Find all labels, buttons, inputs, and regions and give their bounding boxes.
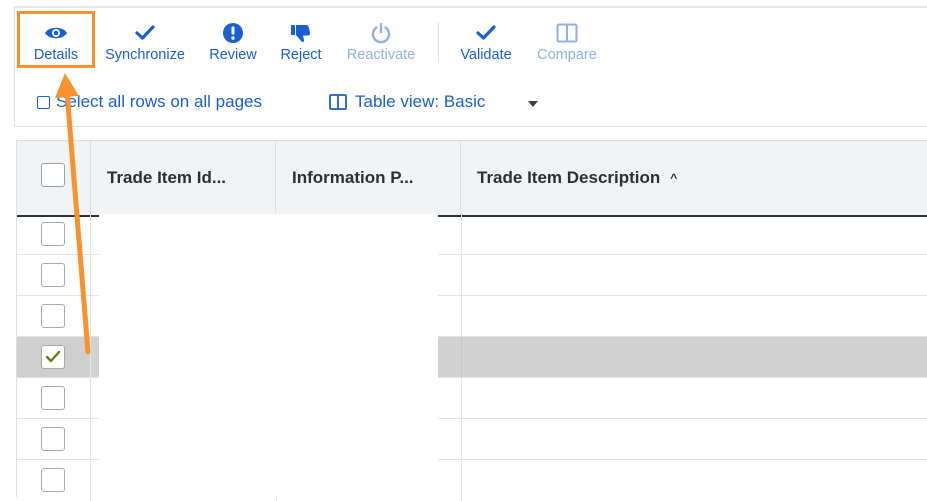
annotation-arrow (55, 73, 91, 355)
page: Details Synchronize Review Reject Reacti… (0, 0, 927, 501)
